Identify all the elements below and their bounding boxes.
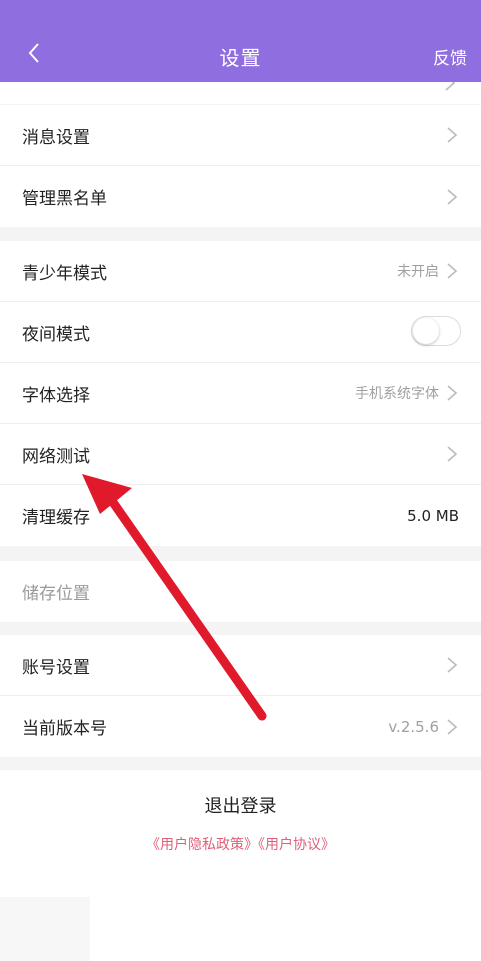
feedback-button[interactable]: 反馈 bbox=[433, 44, 467, 69]
page-title: 设置 bbox=[219, 46, 262, 70]
settings-group-3: 储存位置 bbox=[0, 561, 481, 622]
settings-row-teen-mode[interactable]: 青少年模式 未开启 bbox=[0, 241, 481, 302]
settings-group-1: 消息设置 管理黑名单 bbox=[0, 105, 481, 227]
bottom-placeholder bbox=[0, 897, 90, 961]
row-label: 管理黑名单 bbox=[22, 189, 107, 209]
privacy-policy-link[interactable]: 《用户隐私政策》 bbox=[146, 837, 258, 853]
chevron-right-icon bbox=[447, 657, 458, 673]
cache-size-value: 5.0 MB bbox=[407, 506, 459, 525]
settings-row-message[interactable]: 消息设置 bbox=[0, 105, 481, 166]
row-value: 未开启 bbox=[397, 264, 439, 280]
chevron-right-icon bbox=[447, 446, 458, 462]
row-label: 字体选择 bbox=[22, 385, 90, 406]
row-label: 青少年模式 bbox=[22, 263, 107, 284]
settings-row-blacklist[interactable]: 管理黑名单 bbox=[0, 166, 481, 227]
settings-row-font[interactable]: 字体选择 手机系统字体 bbox=[0, 363, 481, 424]
settings-row-night-mode: 夜间模式 bbox=[0, 302, 481, 363]
settings-row-clear-cache[interactable]: 清理缓存 5.0 MB bbox=[0, 485, 481, 546]
row-label: 当前版本号 bbox=[22, 719, 107, 739]
row-label: 账号设置 bbox=[22, 657, 90, 678]
toggle-knob bbox=[413, 318, 439, 344]
chevron-right-icon bbox=[447, 718, 458, 735]
settings-group-2: 青少年模式 未开启 夜间模式 字体选择 手机系统字体 网络测试 清理缓存 5.0… bbox=[0, 241, 481, 546]
row-label: 夜间模式 bbox=[22, 324, 90, 345]
settings-row-storage-location: 储存位置 bbox=[0, 561, 481, 622]
policy-links: 《用户隐私政策》《用户协议》 bbox=[0, 834, 481, 854]
row-value: 手机系统字体 bbox=[355, 386, 439, 402]
night-mode-toggle[interactable] bbox=[411, 316, 461, 346]
chevron-right-icon bbox=[447, 188, 458, 205]
settings-group-4: 账号设置 当前版本号 v.2.5.6 bbox=[0, 635, 481, 757]
row-label: 清理缓存 bbox=[22, 508, 90, 528]
row-label: 网络测试 bbox=[22, 446, 90, 467]
user-agreement-link[interactable]: 《用户协议》 bbox=[258, 837, 335, 853]
chevron-right-icon bbox=[447, 385, 458, 401]
scrolled-off-row[interactable] bbox=[0, 82, 481, 104]
logout-button[interactable]: 退出登录 bbox=[0, 792, 481, 818]
settings-row-version[interactable]: 当前版本号 v.2.5.6 bbox=[0, 696, 481, 757]
settings-row-network-test[interactable]: 网络测试 bbox=[0, 424, 481, 485]
chevron-right-icon bbox=[445, 82, 456, 91]
settings-row-account[interactable]: 账号设置 bbox=[0, 635, 481, 696]
row-label: 消息设置 bbox=[22, 127, 90, 148]
top-app-bar: 设置 反馈 bbox=[0, 0, 481, 82]
chevron-right-icon bbox=[447, 263, 458, 279]
row-label: 储存位置 bbox=[22, 584, 90, 604]
chevron-right-icon bbox=[447, 127, 458, 143]
version-value: v.2.5.6 bbox=[388, 717, 439, 736]
